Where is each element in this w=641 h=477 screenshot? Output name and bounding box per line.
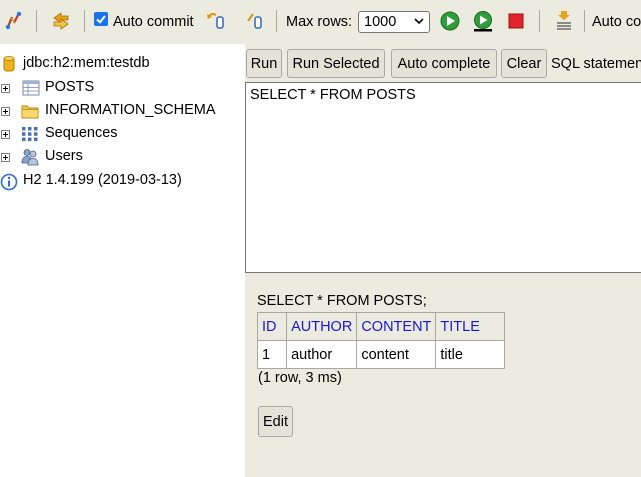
query-button-bar: Run Run Selected Auto complete Clear SQL…: [245, 44, 641, 81]
toolbar-separator: [276, 10, 277, 32]
rollback-icon[interactable]: [205, 9, 227, 33]
run-selected-icon[interactable]: [472, 9, 494, 33]
expand-icon[interactable]: [1, 107, 10, 116]
history-icon[interactable]: [553, 9, 575, 33]
sequences-icon: [22, 127, 38, 142]
toolbar-separator: [584, 10, 585, 32]
run-button[interactable]: Run: [246, 49, 282, 78]
stop-icon[interactable]: [505, 9, 527, 33]
sql-statement-label: SQL statemen: [551, 56, 641, 72]
result-table: ID AUTHOR CONTENT TITLE 1 author content…: [256, 312, 505, 369]
max-rows-value: 1000: [364, 14, 397, 30]
column-header-id[interactable]: ID: [256, 312, 288, 341]
auto-commit-label[interactable]: Auto commit: [113, 13, 194, 31]
version-label: H2 1.4.199 (2019-03-13): [23, 172, 182, 188]
table-cell: 1: [256, 340, 288, 369]
column-header-title[interactable]: TITLE: [435, 312, 505, 341]
toolbar-separator: [36, 10, 37, 32]
expand-icon[interactable]: [1, 130, 10, 139]
query-panel: Run Run Selected Auto complete Clear SQL…: [245, 44, 641, 477]
chevron-down-icon: [414, 18, 424, 25]
expand-icon[interactable]: [1, 153, 10, 162]
commit-icon[interactable]: [244, 9, 266, 33]
expand-icon[interactable]: [1, 84, 10, 93]
tree-item-label: INFORMATION_SCHEMA: [45, 102, 216, 118]
edit-button[interactable]: Edit: [258, 406, 293, 437]
column-header-author[interactable]: AUTHOR: [286, 312, 358, 341]
toolbar: Auto commit Max rows: 1000 Auto co: [0, 0, 641, 44]
run-selected-button[interactable]: Run Selected: [287, 49, 385, 78]
run-icon[interactable]: [439, 9, 461, 33]
refresh-icon[interactable]: [50, 9, 72, 33]
database-icon: [3, 56, 15, 72]
auto-complete-button[interactable]: Auto complete: [391, 49, 497, 78]
result-sql: SELECT * FROM POSTS;: [257, 293, 427, 309]
tree-item-label: Sequences: [45, 125, 118, 141]
result-summary: (1 row, 3 ms): [258, 370, 342, 386]
table-cell: title: [435, 340, 505, 369]
sql-editor[interactable]: SELECT * FROM POSTS: [245, 82, 641, 273]
result-header-row: ID AUTHOR CONTENT TITLE: [256, 312, 505, 341]
toolbar-separator: [84, 10, 85, 32]
tree-item-label: Users: [45, 148, 83, 164]
table-icon: [22, 80, 40, 96]
table-cell: content: [356, 340, 437, 369]
users-icon: [21, 149, 39, 166]
auto-commit-checkbox[interactable]: [94, 12, 108, 26]
table-cell: author: [286, 340, 358, 369]
column-header-content[interactable]: CONTENT: [356, 312, 437, 341]
max-rows-label: Max rows:: [286, 14, 353, 30]
sql-editor-text: SELECT * FROM POSTS: [250, 87, 416, 103]
auto-complete-label[interactable]: Auto co: [592, 13, 641, 31]
schema-tree: jdbc:h2:mem:testdb POSTS INFORMATION_SCH…: [0, 44, 245, 477]
connection-label: jdbc:h2:mem:testdb: [23, 55, 150, 71]
disconnect-icon[interactable]: [3, 9, 25, 33]
clear-button[interactable]: Clear: [501, 49, 547, 78]
folder-icon: [21, 105, 39, 119]
info-icon: [0, 173, 18, 191]
max-rows-select[interactable]: 1000: [358, 11, 430, 33]
tree-item-label: POSTS: [45, 79, 95, 95]
table-row: 1 author content title: [256, 340, 505, 369]
toolbar-separator: [539, 10, 540, 32]
